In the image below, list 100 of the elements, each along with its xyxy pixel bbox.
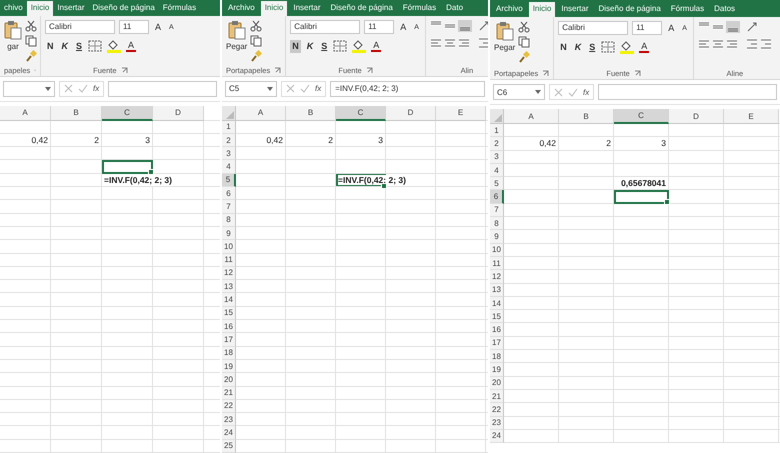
font-size-field[interactable]: 11 [119, 20, 149, 34]
row-header[interactable]: 22 [222, 400, 236, 414]
row-header[interactable]: 7 [490, 204, 504, 218]
table-cell[interactable]: 3 [336, 134, 386, 148]
ribbon-tab[interactable]: Insertar [289, 1, 324, 16]
align-lines-icon[interactable] [430, 20, 474, 32]
table-cell[interactable]: 0,42 [0, 134, 51, 148]
row-header[interactable]: 14 [222, 293, 236, 307]
name-box[interactable]: C5 [225, 80, 277, 97]
row-header[interactable]: 16 [490, 323, 504, 337]
column-header[interactable]: C [614, 109, 669, 124]
column-header[interactable]: C [336, 106, 386, 121]
row-header[interactable]: 22 [490, 403, 504, 417]
paste-button[interactable]: Pegar [494, 21, 516, 52]
row-header[interactable]: 13 [490, 284, 504, 297]
formula-field[interactable] [598, 84, 777, 100]
column-header[interactable]: D [386, 106, 436, 121]
table-cell[interactable]: 2 [51, 134, 102, 148]
ribbon-tab[interactable]: Dato [442, 1, 468, 16]
row-header[interactable]: 3 [222, 147, 236, 160]
formula-field[interactable]: =INV.F(0,42; 2; 3) [330, 80, 485, 97]
column-header[interactable]: A [236, 106, 286, 121]
ribbon-tab[interactable]: Datos [710, 2, 740, 17]
row-header[interactable]: 11 [222, 254, 236, 267]
row-header[interactable]: 21 [222, 386, 236, 400]
insert-function-button[interactable]: fx [583, 88, 590, 96]
font-color-button[interactable]: A [371, 40, 382, 52]
row-header[interactable]: 25 [222, 440, 236, 453]
checkmark-icon[interactable] [78, 84, 88, 94]
font-name-field[interactable]: Calibri [290, 20, 360, 34]
row-header[interactable]: 10 [490, 244, 504, 257]
row-header[interactable]: 3 [490, 150, 504, 164]
insert-function-button[interactable]: fx [93, 84, 100, 94]
row-header[interactable]: 18 [490, 350, 504, 364]
row-header[interactable]: 13 [222, 280, 236, 294]
table-cell[interactable]: 2 [559, 137, 614, 151]
column-header[interactable]: D [153, 106, 204, 121]
checkmark-icon[interactable] [300, 84, 310, 94]
cancel-icon[interactable] [286, 84, 295, 94]
ribbon-tab[interactable]: Archivo [224, 1, 259, 16]
fill-bucket-icon[interactable] [351, 39, 368, 54]
scissors-icon[interactable] [25, 20, 37, 32]
row-header[interactable]: 20 [222, 373, 236, 387]
table-cell[interactable]: 3 [614, 137, 669, 151]
row-header[interactable]: 14 [490, 296, 504, 310]
paste-button[interactable]: Pegar [226, 20, 248, 52]
row-header[interactable]: 4 [490, 164, 504, 178]
row-header[interactable]: 2 [490, 137, 504, 151]
font-style-button[interactable]: S [319, 40, 330, 53]
ribbon-tab[interactable]: chivo [0, 1, 27, 16]
column-header[interactable]: A [0, 106, 51, 121]
borders-icon[interactable] [88, 40, 102, 52]
cancel-icon[interactable] [554, 88, 563, 96]
font-color-button[interactable]: A [639, 41, 650, 53]
ribbon-tab[interactable]: Inicio [260, 1, 288, 16]
column-header[interactable]: E [436, 106, 486, 121]
ribbon-tab[interactable]: Insertar [557, 2, 592, 17]
row-header[interactable]: 11 [490, 256, 504, 270]
font-size-field[interactable]: 11 [364, 20, 394, 34]
font-style-button[interactable]: K [304, 40, 316, 53]
table-cell[interactable] [102, 160, 153, 174]
fill-bucket-icon[interactable] [619, 40, 636, 54]
column-header[interactable]: C [102, 106, 153, 121]
row-header[interactable]: 7 [222, 200, 236, 214]
grow-font-button[interactable]: A [666, 22, 676, 34]
dialog-launcher-icon[interactable] [634, 70, 641, 76]
formula-field[interactable] [108, 80, 217, 97]
table-cell[interactable] [614, 190, 669, 204]
row-header[interactable]: 10 [222, 240, 236, 254]
ribbon-tab[interactable]: Diseño de página [88, 1, 159, 16]
grow-font-button[interactable]: A [153, 20, 164, 34]
align-lines-icon[interactable] [698, 21, 742, 33]
row-header[interactable]: 12 [222, 266, 236, 280]
brush-icon[interactable] [250, 50, 262, 62]
font-style-button[interactable]: N [45, 40, 56, 53]
row-header[interactable]: 5 [222, 174, 236, 188]
row-header[interactable]: 12 [490, 270, 504, 284]
row-header[interactable]: 15 [490, 310, 504, 324]
row-header[interactable]: 23 [490, 416, 504, 430]
select-all-icon[interactable] [226, 110, 234, 119]
insert-function-button[interactable]: fx [315, 84, 322, 94]
row-header[interactable]: 17 [490, 336, 504, 350]
ribbon-tab[interactable]: Diseño de página [594, 2, 665, 17]
font-style-button[interactable]: N [290, 40, 301, 53]
fill-bucket-icon[interactable] [106, 39, 122, 54]
ribbon-tab[interactable]: Fórmulas [666, 2, 708, 17]
fill-handle[interactable] [148, 168, 154, 175]
ribbon-tab[interactable]: Inicio [26, 1, 54, 16]
ribbon-tab[interactable]: Fórmulas [398, 1, 440, 16]
row-header[interactable]: 16 [222, 320, 236, 334]
row-header[interactable]: 19 [222, 360, 236, 374]
dialog-launcher-icon[interactable] [274, 66, 282, 74]
row-header[interactable]: 24 [222, 426, 236, 440]
table-cell[interactable]: 3 [102, 134, 153, 148]
brush-icon[interactable] [518, 51, 530, 63]
select-all-icon[interactable] [494, 114, 502, 122]
row-header[interactable]: 9 [222, 226, 236, 240]
ribbon-tab[interactable]: Fórmulas [158, 1, 200, 16]
font-style-button[interactable]: K [572, 40, 584, 54]
row-header[interactable]: 8 [490, 217, 504, 230]
